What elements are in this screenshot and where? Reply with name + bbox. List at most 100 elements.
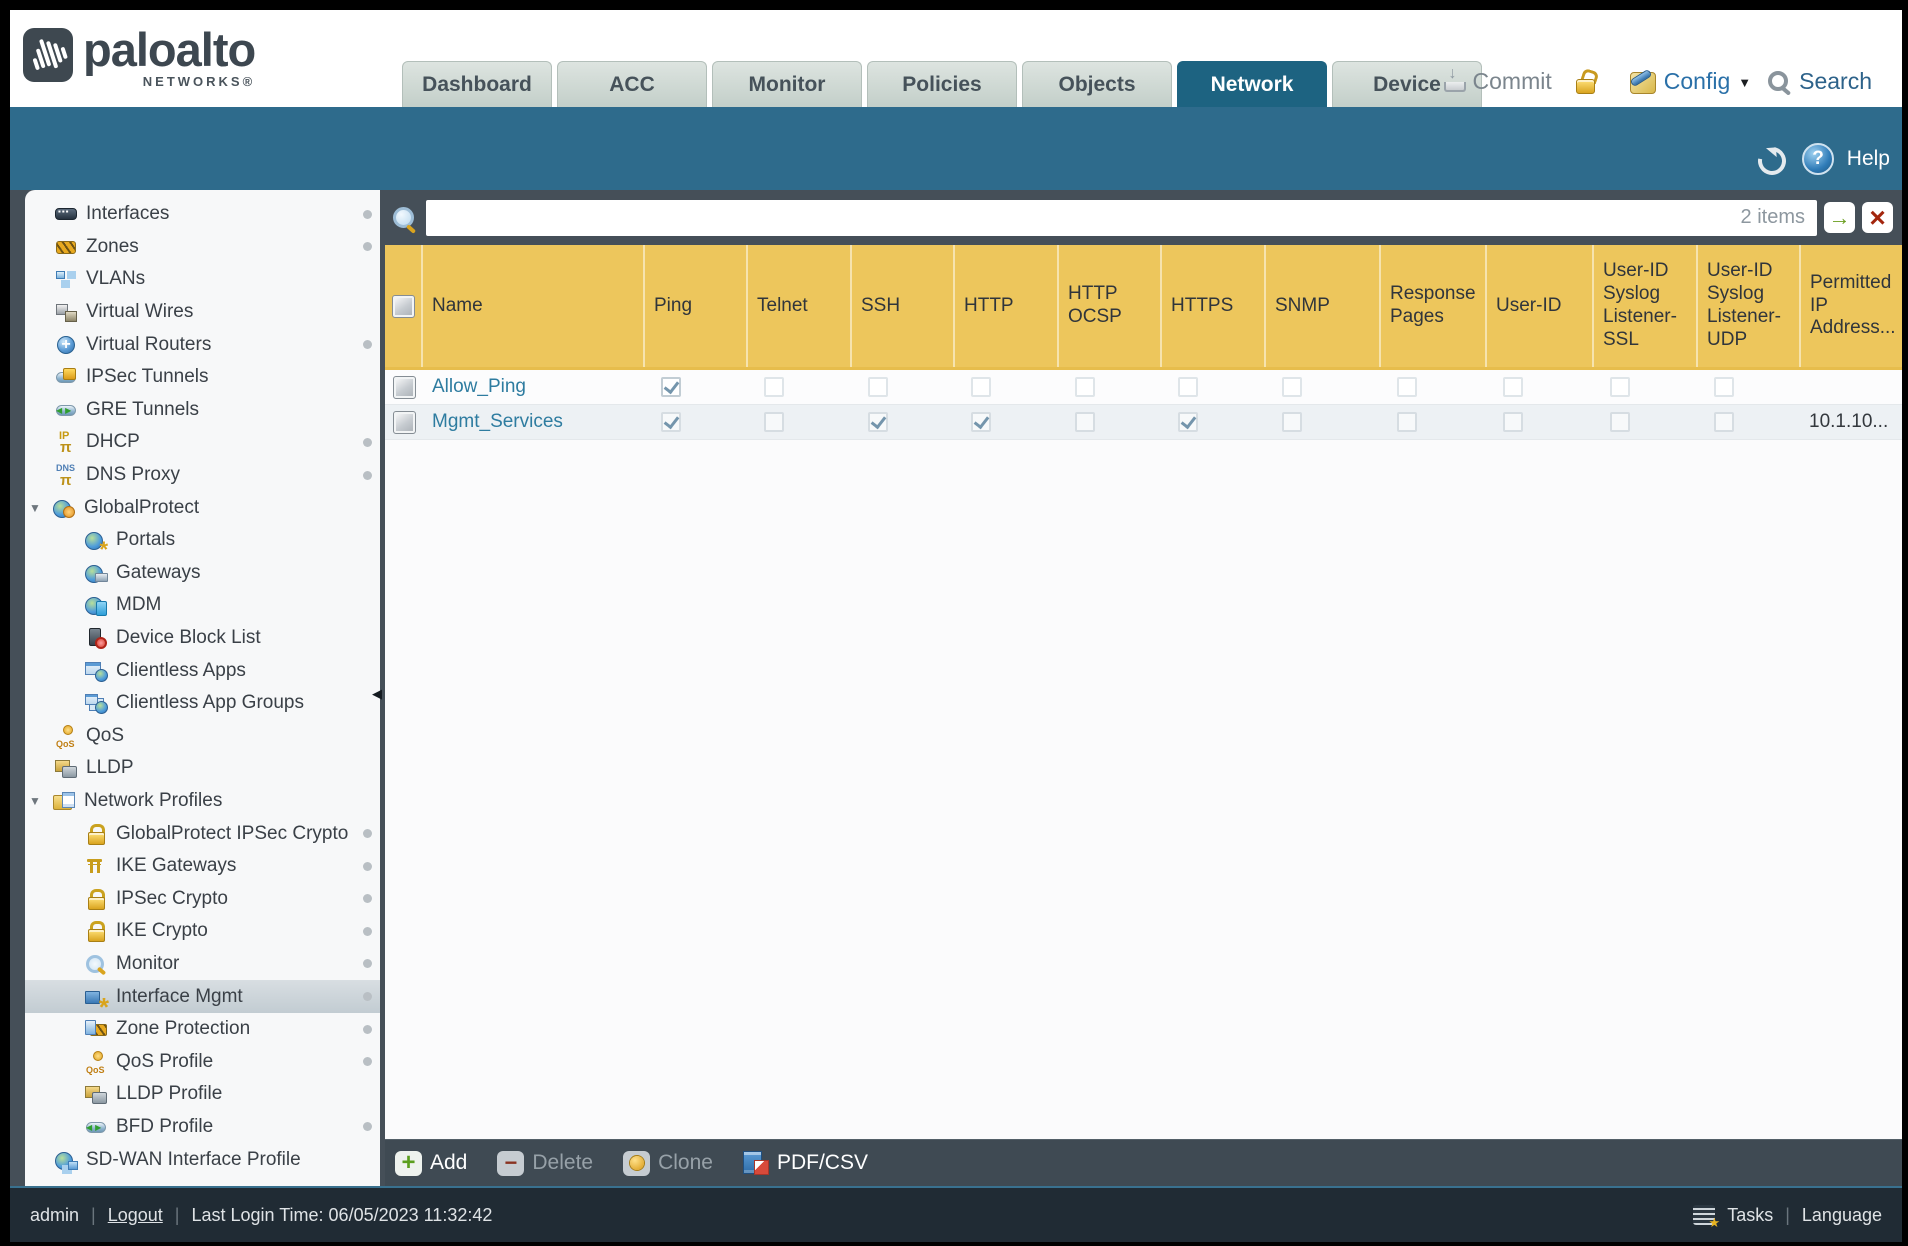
select-all-checkbox[interactable] — [391, 294, 415, 318]
tab-dashboard[interactable]: Dashboard — [402, 61, 552, 107]
sidebar-item-gre-tunnels[interactable]: GRE Tunnels — [25, 394, 380, 427]
row-checkbox[interactable] — [392, 375, 416, 399]
language-link[interactable]: Language — [1802, 1205, 1882, 1226]
telnet-checkbox[interactable] — [764, 377, 784, 397]
http-ocsp-cell — [1059, 370, 1162, 404]
help-link[interactable]: Help — [1847, 147, 1890, 171]
sidebar-item-clientless-apps[interactable]: Clientless Apps — [25, 654, 380, 687]
table-row-mgmt-services[interactable]: Mgmt_Services 10.1.10... — [385, 405, 1902, 440]
sidebar-item-virtual-wires[interactable]: Virtual Wires — [25, 296, 380, 329]
expander-icon[interactable] — [29, 501, 53, 515]
user-id-checkbox[interactable] — [1503, 377, 1523, 397]
logout-link[interactable]: Logout — [108, 1205, 163, 1226]
sidebar-item-virtual-routers[interactable]: Virtual Routers — [25, 328, 380, 361]
refresh-icon[interactable] — [1752, 141, 1792, 181]
user-id-syslog-listener-ssl-checkbox[interactable] — [1610, 377, 1630, 397]
bfd-profile-icon — [85, 1117, 107, 1137]
ssh-checkbox[interactable] — [868, 412, 888, 432]
http-checkbox[interactable] — [971, 377, 991, 397]
sidebar-item-dhcp[interactable]: DHCP — [25, 426, 380, 459]
sidebar-item-globalprotect-ipsec-crypto[interactable]: GlobalProtect IPSec Crypto — [25, 817, 380, 850]
expander-icon[interactable] — [29, 794, 53, 808]
http-ocsp-checkbox[interactable] — [1075, 377, 1095, 397]
user-id-syslog-listener-udp-checkbox[interactable] — [1714, 377, 1734, 397]
last-login-time: Last Login Time: 06/05/2023 11:32:42 — [191, 1204, 493, 1225]
config-menu[interactable]: Config — [1664, 68, 1730, 95]
sidebar-item-mdm[interactable]: MDM — [25, 589, 380, 622]
sidebar-item-label: MDM — [116, 594, 162, 616]
telnet-checkbox[interactable] — [764, 412, 784, 432]
sidebar-item-clientless-app-groups[interactable]: Clientless App Groups — [25, 687, 380, 720]
sidebar-item-dns-proxy[interactable]: DNS Proxy — [25, 459, 380, 492]
sidebar-item-ike-crypto[interactable]: IKE Crypto — [25, 915, 380, 948]
sidebar-item-ipsec-crypto[interactable]: IPSec Crypto — [25, 882, 380, 915]
table-row-allow-ping[interactable]: Allow_Ping — [385, 370, 1902, 405]
http-ocsp-checkbox[interactable] — [1075, 412, 1095, 432]
sidebar-item-interfaces[interactable]: Interfaces — [25, 198, 380, 231]
dns-proxy-icon — [55, 463, 77, 489]
https-checkbox[interactable] — [1178, 377, 1198, 397]
col-header-label: Ping — [654, 294, 693, 316]
response-pages-checkbox[interactable] — [1397, 412, 1417, 432]
ssh-checkbox[interactable] — [868, 377, 888, 397]
sidebar-item-qos-profile[interactable]: QoS Profile — [25, 1045, 380, 1078]
sidebar-item-lldp-profile[interactable]: LLDP Profile — [25, 1078, 380, 1111]
tab-acc[interactable]: ACC — [557, 61, 707, 107]
sidebar-item-lldp[interactable]: LLDP — [25, 752, 380, 785]
user-id-syslog-listener-udp-checkbox[interactable] — [1714, 412, 1734, 432]
ping-checkbox[interactable] — [661, 377, 681, 397]
help-icon[interactable] — [1802, 143, 1834, 175]
filter-input[interactable] — [426, 206, 1741, 229]
sidebar-item-gateways[interactable]: Gateways — [25, 557, 380, 590]
apply-filter-button[interactable] — [1824, 202, 1855, 233]
clone-button[interactable]: Clone — [623, 1150, 713, 1176]
tab-network[interactable]: Network — [1177, 61, 1327, 107]
sidebar-item-qos[interactable]: QoS — [25, 720, 380, 753]
user-id-syslog-listener-ssl-checkbox[interactable] — [1610, 412, 1630, 432]
https-checkbox[interactable] — [1178, 412, 1198, 432]
col-header-label: HTTP — [964, 294, 1014, 316]
sidebar-item-vlans[interactable]: VLANs — [25, 263, 380, 296]
sidebar-item-bfd-profile[interactable]: BFD Profile — [25, 1111, 380, 1144]
user-id-checkbox[interactable] — [1503, 412, 1523, 432]
delete-button[interactable]: Delete — [497, 1150, 593, 1176]
sidebar-item-portals[interactable]: Portals — [25, 524, 380, 557]
sidebar-item-interface-mgmt[interactable]: Interface Mgmt — [25, 980, 380, 1015]
lock-icon[interactable] — [1574, 70, 1600, 94]
tab-monitor[interactable]: Monitor — [712, 61, 862, 107]
tasks-link[interactable]: Tasks — [1727, 1205, 1773, 1226]
sidebar-item-ipsec-tunnels[interactable]: IPSec Tunnels — [25, 361, 380, 394]
logged-in-user: admin — [30, 1204, 80, 1225]
tab-policies[interactable]: Policies — [867, 61, 1017, 107]
config-caret-icon[interactable]: ▼ — [1738, 75, 1751, 90]
sidebar-collapse-handle[interactable] — [372, 686, 382, 702]
pdf-csv-button[interactable]: PDF/CSV — [742, 1151, 868, 1175]
sidebar-item-sd-wan-interface-profile[interactable]: SD-WAN Interface Profile — [25, 1143, 380, 1176]
commit-button[interactable]: Commit — [1473, 68, 1552, 95]
sidebar-item-label: VLANs — [86, 268, 146, 290]
response-pages-checkbox[interactable] — [1397, 377, 1417, 397]
snmp-checkbox[interactable] — [1282, 412, 1302, 432]
sidebar-item-label: Gateways — [116, 561, 201, 583]
sidebar-item-zone-protection[interactable]: Zone Protection — [25, 1013, 380, 1046]
clear-filter-button[interactable] — [1862, 202, 1893, 233]
ping-checkbox[interactable] — [661, 412, 681, 432]
sidebar-item-zones[interactable]: Zones — [25, 231, 380, 264]
sidebar-item-device-block-list[interactable]: Device Block List — [25, 622, 380, 655]
add-button[interactable]: Add — [395, 1150, 467, 1176]
sidebar-item-ike-gateways[interactable]: IKE Gateways — [25, 850, 380, 883]
sidebar-item-label: BFD Profile — [116, 1115, 214, 1137]
search-button[interactable]: Search — [1799, 68, 1872, 95]
name-link[interactable]: Allow_Ping — [423, 376, 526, 398]
sidebar-item-monitor[interactable]: Monitor — [25, 948, 380, 981]
sidebar-item-globalprotect[interactable]: GlobalProtect — [25, 491, 380, 524]
name-link[interactable]: Mgmt_Services — [423, 411, 563, 433]
row-checkbox[interactable] — [392, 410, 416, 434]
snmp-checkbox[interactable] — [1282, 377, 1302, 397]
http-checkbox[interactable] — [971, 412, 991, 432]
https-cell — [1162, 405, 1266, 439]
col-header-label: SSH — [861, 294, 901, 316]
tab-objects[interactable]: Objects — [1022, 61, 1172, 107]
sidebar-item-network-profiles[interactable]: Network Profiles — [25, 785, 380, 818]
telnet-cell — [748, 370, 852, 404]
